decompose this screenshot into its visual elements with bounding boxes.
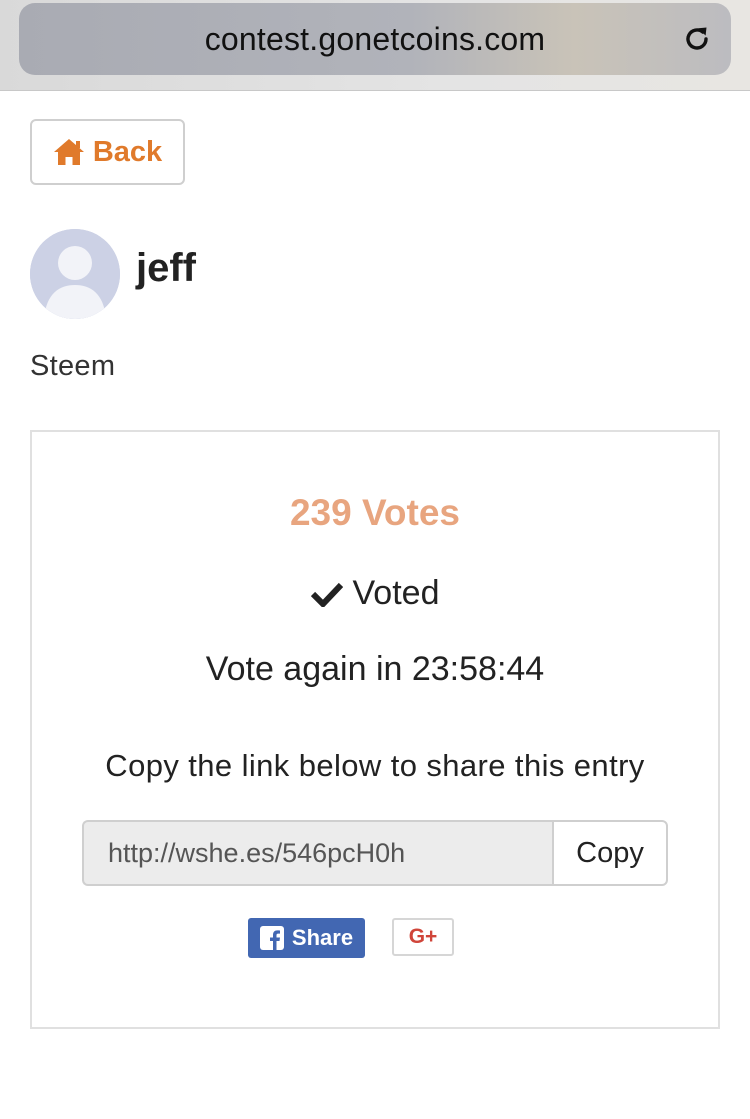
copy-button[interactable]: Copy — [552, 820, 668, 886]
url-text: contest.gonetcoins.com — [204, 21, 546, 57]
social-share-row: Share G+ — [248, 918, 454, 958]
avatar — [30, 229, 120, 319]
check-icon — [310, 582, 343, 607]
votes-count: 239 Votes — [289, 492, 461, 533]
facebook-icon — [259, 926, 284, 950]
google-plus-button[interactable]: G+ — [392, 918, 454, 956]
voted-status: Voted — [32, 574, 718, 613]
entry-card: 239 Votes Voted Vote again in 23:58:44 C… — [30, 430, 720, 1029]
username: jeff — [136, 246, 196, 290]
google-plus-label: G+ — [408, 925, 438, 948]
reload-icon[interactable] — [681, 23, 713, 55]
facebook-share-label: Share — [291, 925, 354, 950]
back-label: Back — [92, 135, 163, 168]
facebook-share-button[interactable]: Share — [248, 918, 365, 958]
share-hint: Copy the link below to share this entry — [105, 748, 645, 783]
voted-label: Voted — [352, 574, 440, 612]
share-link-group: Copy — [82, 820, 668, 886]
url-field[interactable]: contest.gonetcoins.com — [19, 3, 731, 75]
back-button[interactable]: Back — [30, 119, 185, 185]
home-icon — [53, 139, 84, 165]
share-link-input[interactable] — [82, 820, 552, 886]
entry-category: Steem — [30, 350, 116, 382]
browser-address-bar: contest.gonetcoins.com — [0, 0, 750, 91]
default-avatar-icon — [30, 229, 120, 319]
vote-again-countdown: Vote again in 23:58:44 — [205, 650, 545, 688]
